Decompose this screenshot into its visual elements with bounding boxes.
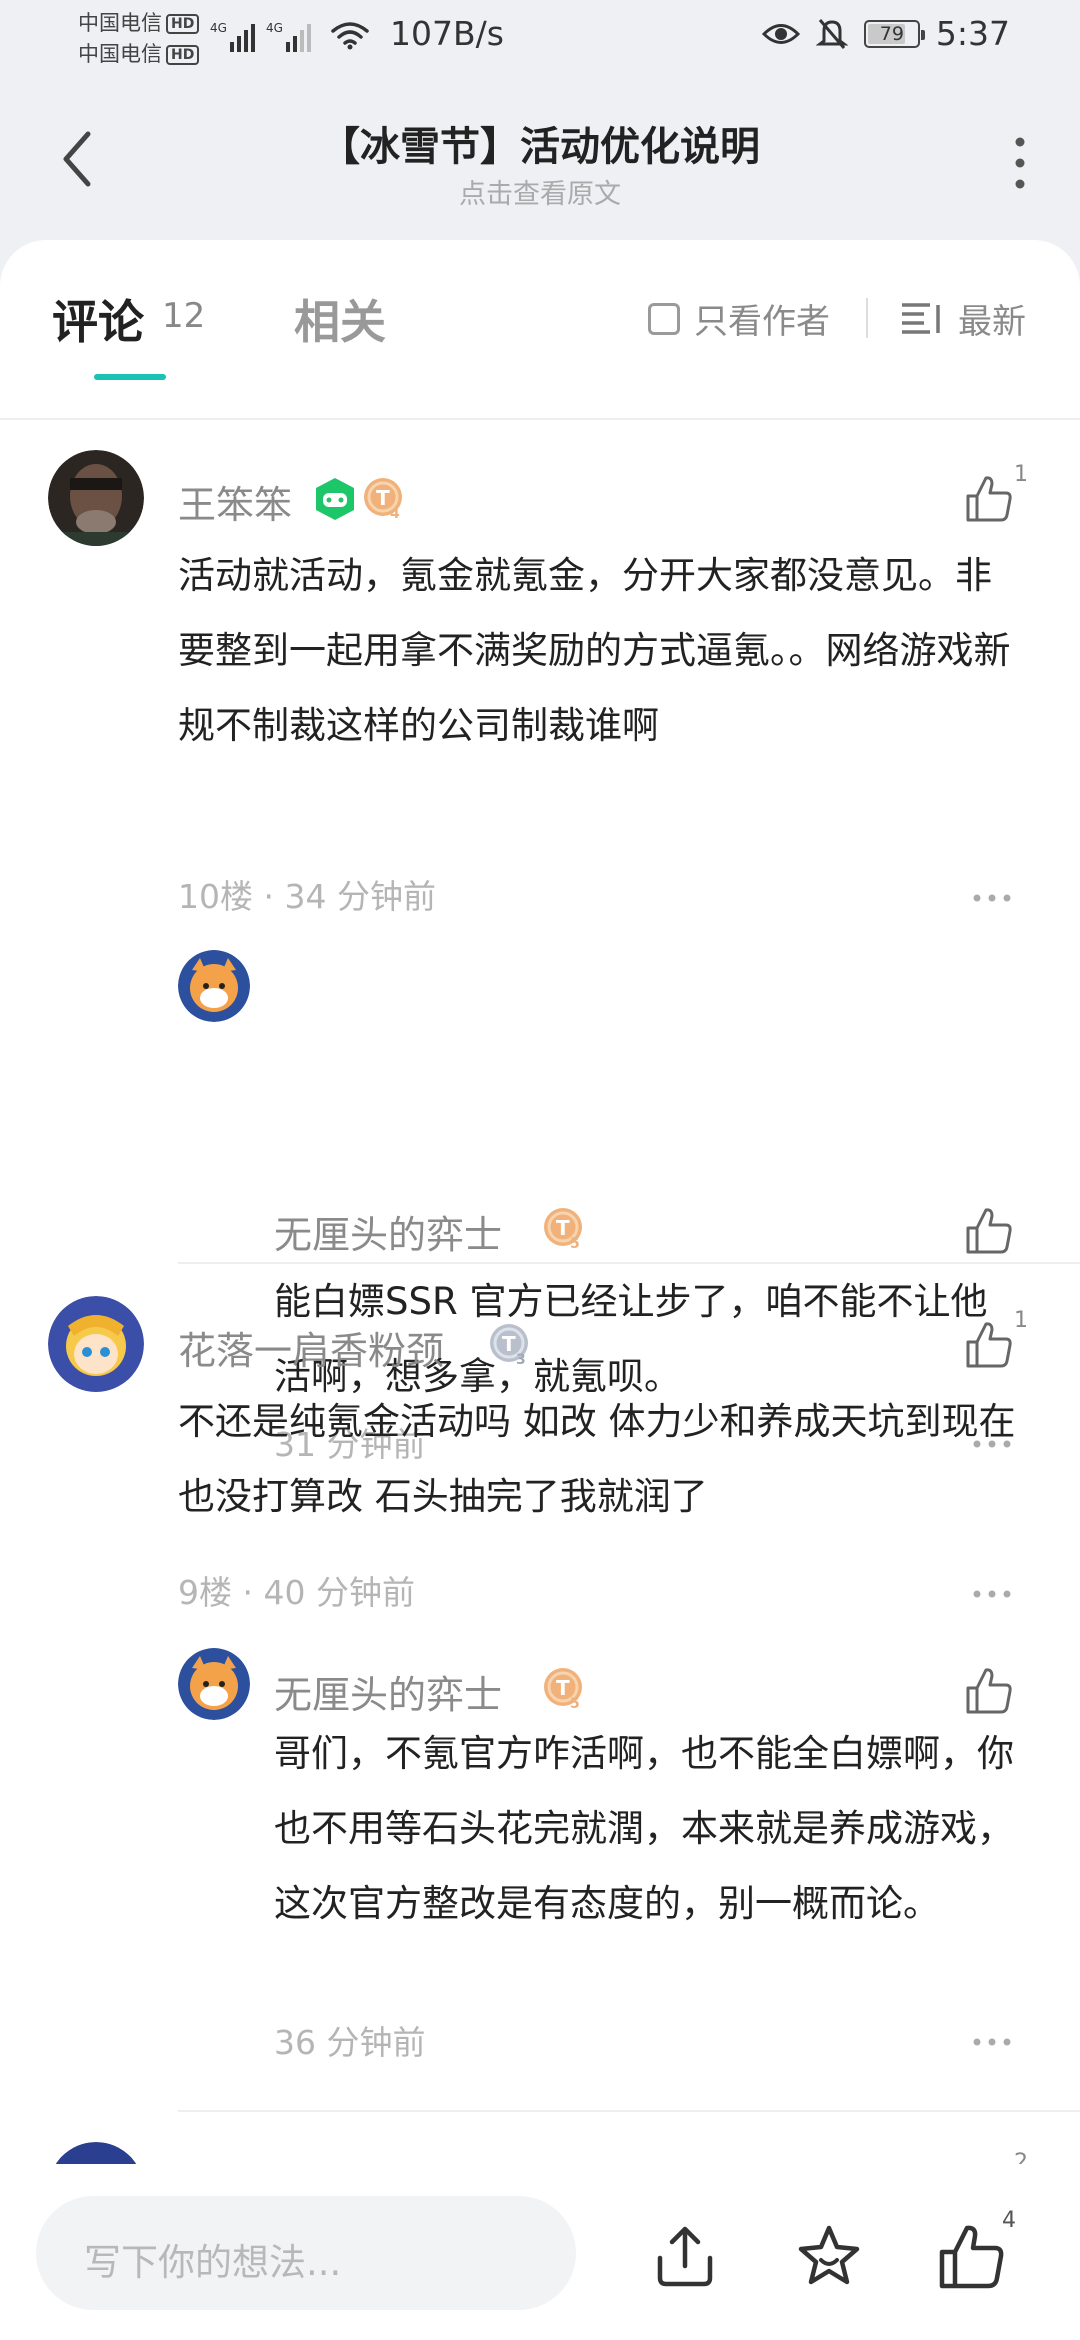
more-horizontal-icon[interactable] (972, 2036, 1012, 2048)
battery-level: 79 (879, 22, 904, 45)
level-badge-icon: T 3 (490, 1324, 528, 1368)
total-like-count: 4 (1002, 2208, 1016, 2233)
comments-count: 12 (162, 296, 206, 336)
comment-meta: 9楼 · 40 分钟前 (178, 1573, 415, 1612)
sort-button[interactable]: 最新 (900, 294, 1026, 343)
signal-icon: 4G 4G (210, 21, 311, 52)
tab-bar: 评论 12 相关 只看作者 最新 (0, 240, 1080, 420)
tab-related[interactable]: 相关 (294, 286, 386, 352)
carrier-1: 中国电信 (78, 11, 162, 35)
divider (178, 1262, 1080, 1264)
carrier-2: 中国电信 (78, 42, 162, 66)
thumbs-up-icon[interactable] (936, 2222, 1006, 2292)
user-avatar[interactable] (178, 950, 250, 1022)
eye-icon (761, 23, 800, 44)
share-icon[interactable] (650, 2222, 720, 2292)
tab-comments[interactable]: 评论 (52, 286, 144, 352)
active-tab-indicator (94, 374, 166, 380)
star-icon[interactable] (794, 2222, 864, 2292)
bottom-bar: 写下你的想法... 4 (0, 2164, 1080, 2340)
comment-text: 不还是纯氪金活动吗 如改 体力少和养成天坑到现在也没打算改 石头抽完了我就润了 (178, 1400, 1016, 1518)
battery-icon: 79 (863, 19, 925, 48)
reply-username[interactable]: 无厘头的弈士 (274, 1204, 502, 1259)
title-bar: 【冰雪节】活动优化说明 点击查看原文 (0, 80, 1080, 240)
divider (178, 2110, 1080, 2112)
sort-label: 最新 (958, 302, 1026, 342)
svg-text:5: 5 (570, 1236, 580, 1252)
user-avatar[interactable] (178, 1648, 250, 1720)
level-badge-icon: T 4 (364, 478, 402, 522)
clock: 5:37 (935, 14, 1010, 53)
comment-text: 活动就活动，氪金就氪金，分开大家都没意见。非要整到一起用拿不满奖励的方式逼氪。。… (178, 554, 1011, 747)
more-horizontal-icon[interactable] (972, 892, 1012, 904)
thumbs-up-icon[interactable] (964, 1666, 1014, 1716)
carrier-info: 中国电信 HD 中国电信 HD (78, 8, 200, 70)
comments-card: 评论 12 相关 只看作者 最新 王笨笨 T 4 1 活动就活动，氪金就氪金，分… (0, 240, 1080, 2340)
hd-badge: HD (166, 14, 200, 34)
more-vertical-icon[interactable] (1000, 128, 1040, 198)
divider (866, 298, 868, 338)
view-original-link[interactable]: 点击查看原文 (0, 172, 1080, 211)
svg-text:T: T (502, 1332, 516, 1356)
svg-text:T: T (556, 1216, 570, 1240)
comment-input-placeholder: 写下你的想法... (84, 2241, 342, 2284)
comment-username[interactable]: 王笨笨 (178, 474, 292, 529)
wifi-icon (331, 22, 369, 50)
mute-bell-icon (815, 18, 848, 49)
reply-text: 哥们，不氪官方咋活啊，也不能全白嫖啊，你也不用等石头花完就潤，本来就是养成游戏，… (274, 1732, 1014, 1925)
level-badge-icon: T 5 (544, 1668, 582, 1712)
like-count: 1 (1014, 1308, 1028, 1333)
comment-meta: 10楼 · 34 分钟前 (178, 877, 436, 916)
user-avatar[interactable] (48, 1296, 144, 1392)
author-only-toggle[interactable]: 只看作者 (648, 294, 830, 343)
like-count: 1 (1014, 462, 1028, 487)
thumbs-up-icon[interactable] (964, 474, 1014, 524)
svg-text:5: 5 (570, 1696, 580, 1712)
sort-lines-icon (902, 302, 940, 334)
divider (0, 418, 1080, 420)
svg-text:3: 3 (516, 1352, 526, 1368)
status-bar: 中国电信 HD 中国电信 HD 4G 4G 107B/s 79 5:37 (0, 0, 1080, 80)
network-type-1: 4G (210, 21, 227, 35)
checkbox-icon[interactable] (648, 302, 680, 335)
author-only-label: 只看作者 (694, 302, 830, 342)
reply-username[interactable]: 无厘头的弈士 (274, 1664, 502, 1719)
level-badge-icon: T 5 (544, 1208, 582, 1252)
game-controller-badge-icon (316, 478, 354, 520)
reply-meta: 36 分钟前 (274, 2023, 426, 2062)
user-avatar[interactable] (48, 450, 144, 546)
page-title[interactable]: 【冰雪节】活动优化说明 (0, 114, 1080, 172)
hd-badge: HD (166, 45, 200, 65)
network-type-2: 4G (266, 21, 283, 35)
comment-username[interactable]: 花落一肩香粉颈 (178, 1320, 444, 1375)
svg-text:4: 4 (390, 506, 400, 522)
svg-text:T: T (556, 1676, 570, 1700)
thumbs-up-icon[interactable] (964, 1320, 1014, 1370)
comment-input[interactable]: 写下你的想法... (36, 2196, 576, 2310)
network-speed: 107B/s (390, 14, 504, 53)
thumbs-up-icon[interactable] (964, 1206, 1014, 1256)
more-horizontal-icon[interactable] (972, 1588, 1012, 1600)
svg-text:T: T (376, 486, 390, 510)
